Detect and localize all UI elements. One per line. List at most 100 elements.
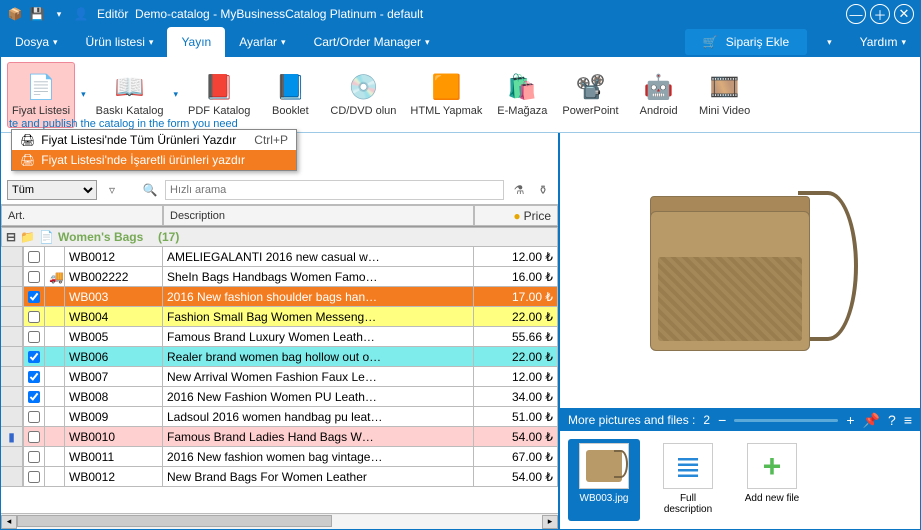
filter-select[interactable]: Tüm: [7, 180, 97, 200]
menu-dosya[interactable]: Dosya ▾: [1, 27, 72, 57]
menu-cartordermanager[interactable]: Cart/Order Manager ▾: [300, 27, 444, 57]
col-price[interactable]: ● Price: [474, 205, 558, 226]
ribbon-dropdown-caret[interactable]: ▾: [173, 89, 178, 100]
ribbon-powerpoint[interactable]: 📽️PowerPoint: [558, 62, 622, 128]
user-icon[interactable]: 👤: [73, 6, 89, 22]
slider-plus-icon[interactable]: +: [846, 412, 854, 428]
row-checkbox-cell[interactable]: [23, 327, 45, 346]
row-checkbox[interactable]: [28, 411, 40, 423]
quick-search-input[interactable]: [165, 180, 504, 200]
row-checkbox[interactable]: [28, 251, 40, 263]
ribbon-cddvdolun[interactable]: 💿CD/DVD olun: [326, 62, 400, 128]
row-checkbox[interactable]: [28, 271, 40, 283]
row-checkbox[interactable]: [28, 371, 40, 383]
col-art[interactable]: Art.: [1, 205, 163, 226]
cell-description: Fashion Small Bag Women Messeng…: [163, 307, 474, 326]
help-menu[interactable]: Yardım ▾: [846, 27, 920, 57]
ribbon-booklet[interactable]: 📘Booklet: [260, 62, 320, 128]
table-row[interactable]: WB0012New Brand Bags For Women Leather54…: [1, 467, 558, 487]
cell-description: Realer brand women bag hollow out o…: [163, 347, 474, 366]
maximize-button[interactable]: ＋: [870, 4, 890, 24]
scroll-right-button[interactable]: ▸: [542, 515, 558, 529]
thumbnail[interactable]: WB003.jpg: [568, 439, 640, 521]
ribbon-icon: 🎞️: [709, 71, 741, 103]
help-icon[interactable]: ?: [888, 412, 896, 428]
ribbon-dropdown-caret[interactable]: ▾: [81, 89, 86, 100]
row-checkbox-cell[interactable]: [23, 367, 45, 386]
ribbon-minivideo[interactable]: 🎞️Mini Video: [695, 62, 755, 128]
editor-label: Editör: [97, 7, 128, 21]
row-checkbox-cell[interactable]: [23, 247, 45, 266]
table-row[interactable]: 🚚WB002222SheIn Bags Handbags Women Famo……: [1, 267, 558, 287]
cell-price: 17.00 ₺: [474, 287, 558, 306]
row-checkbox[interactable]: [28, 351, 40, 363]
save-dropdown-icon[interactable]: ▾: [51, 6, 67, 22]
cell-price: 34.00 ₺: [474, 387, 558, 406]
pin-icon[interactable]: 📌: [863, 412, 880, 429]
files-count: 2: [703, 413, 710, 427]
close-button[interactable]: ✕: [894, 4, 914, 24]
table-row[interactable]: WB0082016 New Fashion Women PU Leath…34.…: [1, 387, 558, 407]
table-row[interactable]: WB0032016 New fashion shoulder bags han……: [1, 287, 558, 307]
menu-icon[interactable]: ≡: [904, 412, 912, 428]
save-icon[interactable]: 💾: [29, 6, 45, 22]
ribbon: 📄Fiyat Listesi▾📖Baskı Katalog▾📕PDF Katal…: [1, 57, 920, 133]
ribbon-icon: 🟧: [430, 71, 462, 103]
minimize-button[interactable]: —: [846, 4, 866, 24]
row-checkbox-cell[interactable]: [23, 307, 45, 326]
menu-ayarlar[interactable]: Ayarlar ▾: [225, 27, 299, 57]
thumbnail[interactable]: ≣Full description: [652, 439, 724, 521]
scroll-left-button[interactable]: ◂: [1, 515, 17, 529]
row-checkbox[interactable]: [28, 331, 40, 343]
table-row[interactable]: WB006Realer brand women bag hollow out o…: [1, 347, 558, 367]
row-checkbox-cell[interactable]: [23, 447, 45, 466]
add-order-button[interactable]: 🛒Sipariş Ekle: [685, 29, 807, 55]
table-row[interactable]: ▮WB0010Famous Brand Ladies Hand Bags W…5…: [1, 427, 558, 447]
horizontal-scrollbar[interactable]: ◂ ▸: [1, 513, 558, 529]
row-checkbox[interactable]: [28, 311, 40, 323]
row-checkbox-cell[interactable]: [23, 347, 45, 366]
scroll-thumb[interactable]: [17, 515, 332, 527]
col-description[interactable]: Description: [163, 205, 474, 226]
row-checkbox[interactable]: [28, 291, 40, 303]
row-checkbox[interactable]: [28, 451, 40, 463]
cell-art: WB003: [65, 287, 163, 306]
row-checkbox-cell[interactable]: [23, 287, 45, 306]
row-icon: 🚚: [45, 267, 65, 286]
ribbon-emaaza[interactable]: 🛍️E-Mağaza: [492, 62, 552, 128]
row-checkbox-cell[interactable]: [23, 387, 45, 406]
group-row[interactable]: ⊟ 📁 📄 Women's Bags (17): [1, 227, 558, 247]
row-checkbox-cell[interactable]: [23, 407, 45, 426]
table-row[interactable]: WB009Ladsoul 2016 women handbag pu leat……: [1, 407, 558, 427]
menu-yayn[interactable]: Yayın: [167, 27, 225, 57]
thumb-label: Full description: [656, 493, 720, 515]
dropdown-item[interactable]: 🖨Fiyat Listesi'nde Tüm Ürünleri YazdırCt…: [12, 130, 296, 150]
row-checkbox-cell[interactable]: [23, 467, 45, 486]
image-preview: [560, 133, 920, 409]
table-row[interactable]: WB005Famous Brand Luxury Women Leath…55.…: [1, 327, 558, 347]
row-checkbox-cell[interactable]: [23, 267, 45, 286]
table-row[interactable]: WB007New Arrival Women Fashion Faux Le…1…: [1, 367, 558, 387]
row-checkbox-cell[interactable]: [23, 427, 45, 446]
filter-funnel-icon[interactable]: ▿: [103, 181, 121, 199]
ribbon-android[interactable]: 🤖Android: [629, 62, 689, 128]
menu-rnlistesi[interactable]: Ürün listesi ▾: [72, 27, 168, 57]
cell-description: New Arrival Women Fashion Faux Le…: [163, 367, 474, 386]
row-checkbox[interactable]: [28, 471, 40, 483]
table-row[interactable]: WB004Fashion Small Bag Women Messeng…22.…: [1, 307, 558, 327]
cell-art: WB006: [65, 347, 163, 366]
zoom-slider[interactable]: [734, 419, 838, 422]
dropdown-item[interactable]: 🖨Fiyat Listesi'nde İşaretli ürünleri yaz…: [12, 150, 296, 170]
slider-minus-icon[interactable]: −: [718, 412, 726, 428]
row-checkbox[interactable]: [28, 391, 40, 403]
filter-icon-2[interactable]: ⚱: [534, 181, 552, 199]
table-row[interactable]: WB00112016 New fashion women bag vintage…: [1, 447, 558, 467]
filter-icon-1[interactable]: ⚗: [510, 181, 528, 199]
table-row[interactable]: WB0012AMELIEGALANTI 2016 new casual w…12…: [1, 247, 558, 267]
thumbnail[interactable]: +Add new file: [736, 439, 808, 521]
row-checkbox[interactable]: [28, 431, 40, 443]
left-pane: Tüm ▿ 🔍 ⚗ ⚱ Art. Description ● Price ⊟ 📁…: [1, 133, 560, 529]
order-dropdown[interactable]: ▾: [813, 27, 846, 57]
ribbon-htmlyapmak[interactable]: 🟧HTML Yapmak: [406, 62, 486, 128]
tree-collapse-icon[interactable]: ⊟: [6, 230, 16, 244]
